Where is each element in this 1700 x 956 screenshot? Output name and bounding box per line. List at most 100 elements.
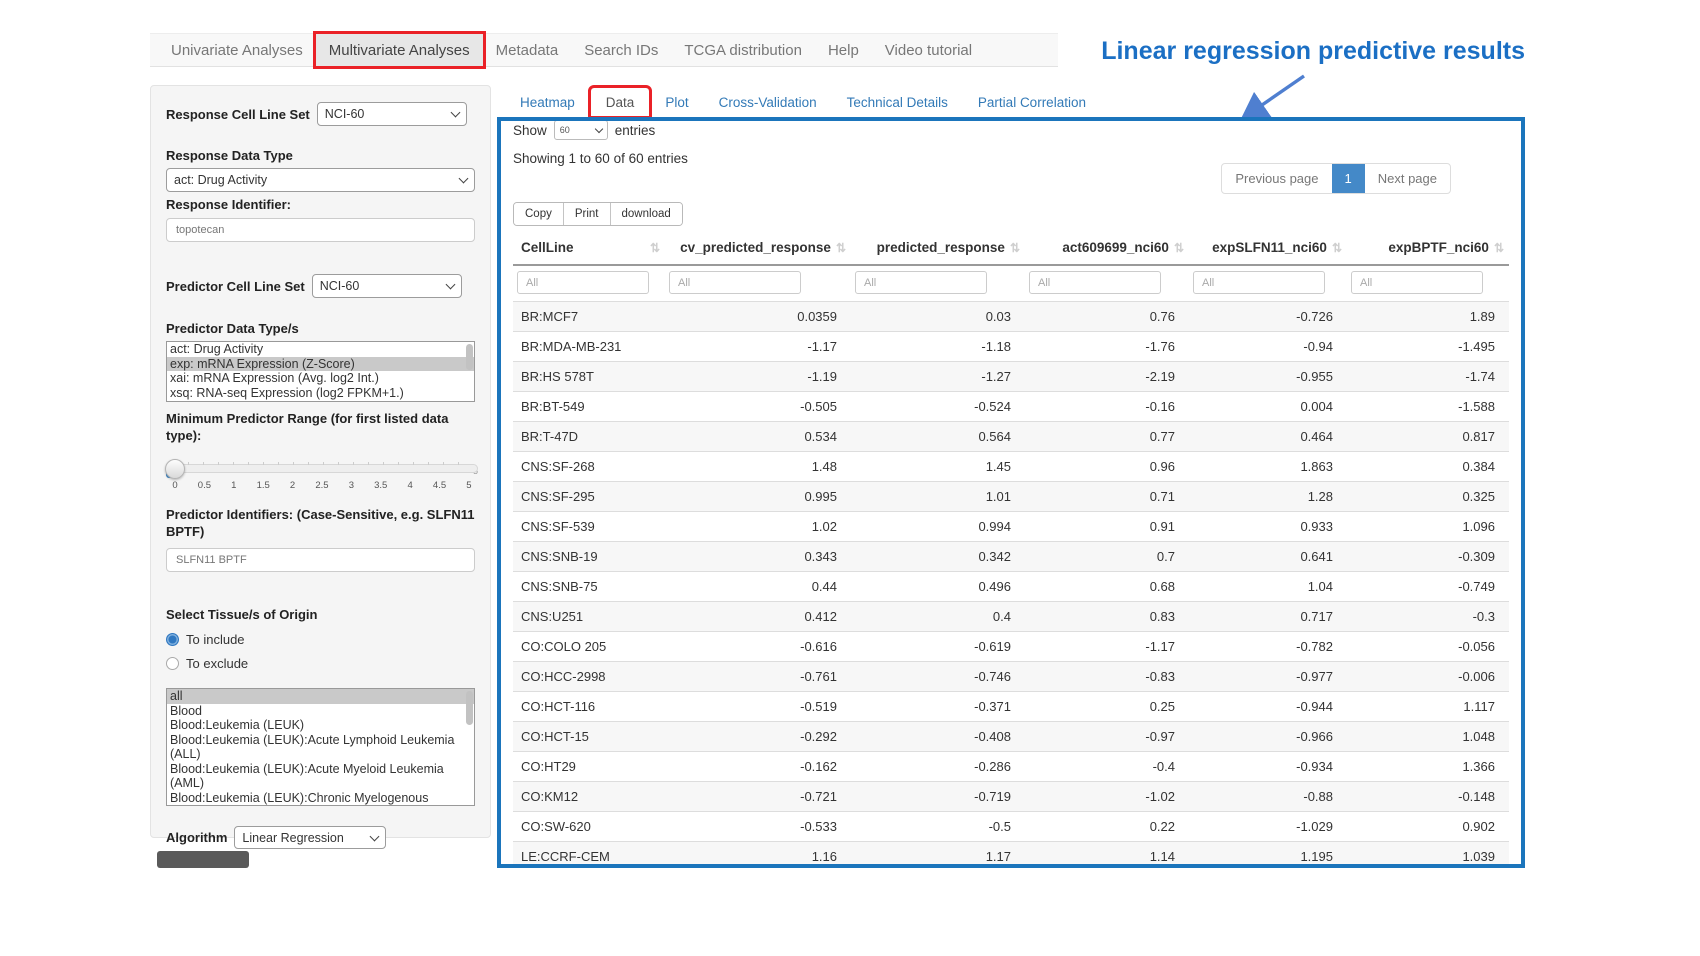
filter-input-expslfn11-nci60[interactable] (1193, 271, 1325, 294)
scrollbar-thumb[interactable] (466, 344, 473, 370)
tissue-origin-radios: To include To exclude (166, 632, 475, 671)
value-cell: 0.325 (1347, 482, 1509, 512)
next-page-button[interactable]: Next page (1365, 164, 1450, 193)
value-cell: 1.096 (1347, 512, 1509, 542)
slider-track[interactable] (166, 464, 478, 473)
nav-item-video-tutorial[interactable]: Video tutorial (872, 34, 985, 66)
radio-button-icon (166, 657, 179, 670)
filter-cell-cv-predicted-response (665, 265, 851, 302)
min-predictor-range-label: Minimum Predictor Range (for first liste… (166, 410, 475, 444)
value-cell: -0.616 (665, 632, 851, 662)
slider-tick-4: 4 (401, 480, 419, 491)
value-cell: 0.91 (1025, 512, 1189, 542)
filter-input-cv-predicted-response[interactable] (669, 271, 801, 294)
radio-to-include[interactable]: To include (166, 632, 475, 647)
slider-tick-2-5: 2.5 (313, 480, 331, 491)
table-row: BR:MCF70.03590.030.76-0.7261.89 (513, 302, 1509, 332)
sort-icon[interactable]: ⇅ (836, 241, 845, 255)
sort-icon[interactable]: ⇅ (1332, 241, 1341, 255)
table-row: CNS:SNB-190.3430.3420.70.641-0.309 (513, 542, 1509, 572)
listbox-option-xsq-rna-seq-expression-log2-fpkm-1[interactable]: xsq: RNA-seq Expression (log2 FPKM+1.) (167, 386, 474, 401)
tab-partial-correlation[interactable]: Partial Correlation (963, 88, 1101, 117)
tab-plot[interactable]: Plot (650, 88, 703, 117)
filter-cell-cellline (513, 265, 665, 302)
sort-icon[interactable]: ⇅ (1010, 241, 1019, 255)
value-cell: 0.534 (665, 422, 851, 452)
value-cell: -0.782 (1189, 632, 1347, 662)
radio-to-exclude[interactable]: To exclude (166, 656, 475, 671)
listbox-option-blood[interactable]: Blood (167, 704, 474, 719)
listbox-option-blood-leukemia-leuk[interactable]: Blood:Leukemia (LEUK) (167, 718, 474, 733)
filter-cell-expbptf-nci60 (1347, 265, 1509, 302)
table-row: CNS:SF-2950.9951.010.711.280.325 (513, 482, 1509, 512)
listbox-option-all[interactable]: all (167, 689, 474, 704)
tab-data[interactable]: Data (590, 87, 651, 117)
column-header-inner: expBPTF_nci60⇅ (1355, 240, 1503, 255)
table-row: CO:SW-620-0.533-0.50.22-1.0290.902 (513, 812, 1509, 842)
nav-item-multivariate-analyses[interactable]: Multivariate Analyses (316, 34, 483, 66)
cellline-cell: CO:HCT-116 (513, 692, 665, 722)
value-cell: -0.719 (851, 782, 1025, 812)
filter-input-predicted-response[interactable] (855, 271, 987, 294)
listbox-option-xai-mrna-expression-avg-log2-int[interactable]: xai: mRNA Expression (Avg. log2 Int.) (167, 371, 474, 386)
nav-item-help[interactable]: Help (815, 34, 872, 66)
value-cell: 0.412 (665, 602, 851, 632)
value-cell: -2.19 (1025, 362, 1189, 392)
previous-page-button[interactable]: Previous page (1222, 164, 1331, 193)
listbox-option-act-drug-activity[interactable]: act: Drug Activity (167, 342, 474, 357)
table-row: BR:BT-549-0.505-0.524-0.160.004-1.588 (513, 392, 1509, 422)
scrollbar-thumb[interactable] (466, 691, 473, 725)
page-number-button[interactable]: 1 (1332, 164, 1365, 193)
algorithm-label: Algorithm (166, 829, 227, 846)
value-cell: 0.71 (1025, 482, 1189, 512)
value-cell: -0.944 (1189, 692, 1347, 722)
column-label: cv_predicted_response (680, 240, 831, 255)
sort-icon[interactable]: ⇅ (650, 241, 659, 255)
value-cell: 0.004 (1189, 392, 1347, 422)
sort-icon[interactable]: ⇅ (1494, 241, 1503, 255)
nav-item-tcga-distribution[interactable]: TCGA distribution (671, 34, 815, 66)
cellline-cell: CO:HCT-15 (513, 722, 665, 752)
show-entries-select[interactable]: 60 (554, 120, 608, 140)
column-label: act609699_nci60 (1062, 240, 1169, 255)
tab-cross-validation[interactable]: Cross-Validation (704, 88, 832, 117)
response-identifier-input[interactable] (166, 218, 475, 242)
value-cell: 0.96 (1025, 452, 1189, 482)
table-row: BR:HS 578T-1.19-1.27-2.19-0.955-1.74 (513, 362, 1509, 392)
value-cell: -0.977 (1189, 662, 1347, 692)
filter-input-act609699-nci60[interactable] (1029, 271, 1161, 294)
value-cell: 0.343 (665, 542, 851, 572)
response-cell-line-set-select[interactable]: NCI-60 (317, 102, 467, 126)
value-cell: 0.817 (1347, 422, 1509, 452)
listbox-option-blood-leukemia-leuk-acute-myeloid-leukemia-aml[interactable]: Blood:Leukemia (LEUK):Acute Myeloid Leuk… (167, 762, 474, 791)
filter-input-expbptf-nci60[interactable] (1351, 271, 1483, 294)
response-data-type-select[interactable]: act: Drug Activity (166, 168, 475, 192)
download-button[interactable]: download (611, 203, 682, 225)
predictor-cell-line-set-select[interactable]: NCI-60 (312, 274, 462, 298)
value-cell: -0.726 (1189, 302, 1347, 332)
slider-tick-0: 0 (166, 480, 184, 491)
tab-heatmap[interactable]: Heatmap (505, 88, 590, 117)
value-cell: -0.533 (665, 812, 851, 842)
table-row: CNS:SNB-750.440.4960.681.04-0.749 (513, 572, 1509, 602)
filter-input-cellline[interactable] (517, 271, 649, 294)
slider-tick-0-5: 0.5 (195, 480, 213, 491)
value-cell: -0.966 (1189, 722, 1347, 752)
nav-item-search-ids[interactable]: Search IDs (571, 34, 671, 66)
predictor-identifiers-input[interactable] (166, 548, 475, 572)
listbox-option-blood-leukemia-leuk-chronic-myelogenous-leukemia-cml[interactable]: Blood:Leukemia (LEUK):Chronic Myelogenou… (167, 791, 474, 807)
algorithm-value: Linear Regression (242, 831, 343, 845)
sort-icon[interactable]: ⇅ (1174, 241, 1183, 255)
slider-handle[interactable] (165, 459, 185, 479)
listbox-option-blood-leukemia-leuk-acute-lymphoid-leukemia-all[interactable]: Blood:Leukemia (LEUK):Acute Lymphoid Leu… (167, 733, 474, 762)
value-cell: 1.195 (1189, 842, 1347, 869)
nav-item-metadata[interactable]: Metadata (483, 34, 572, 66)
print-button[interactable]: Print (564, 203, 611, 225)
value-cell: -0.934 (1189, 752, 1347, 782)
tab-technical-details[interactable]: Technical Details (832, 88, 963, 117)
algorithm-select[interactable]: Linear Regression (234, 826, 386, 849)
copy-button[interactable]: Copy (514, 203, 564, 225)
listbox-option-exp-mrna-expression-z-score[interactable]: exp: mRNA Expression (Z-Score) (167, 357, 474, 372)
nav-item-univariate-analyses[interactable]: Univariate Analyses (158, 34, 316, 66)
value-cell: -1.17 (665, 332, 851, 362)
